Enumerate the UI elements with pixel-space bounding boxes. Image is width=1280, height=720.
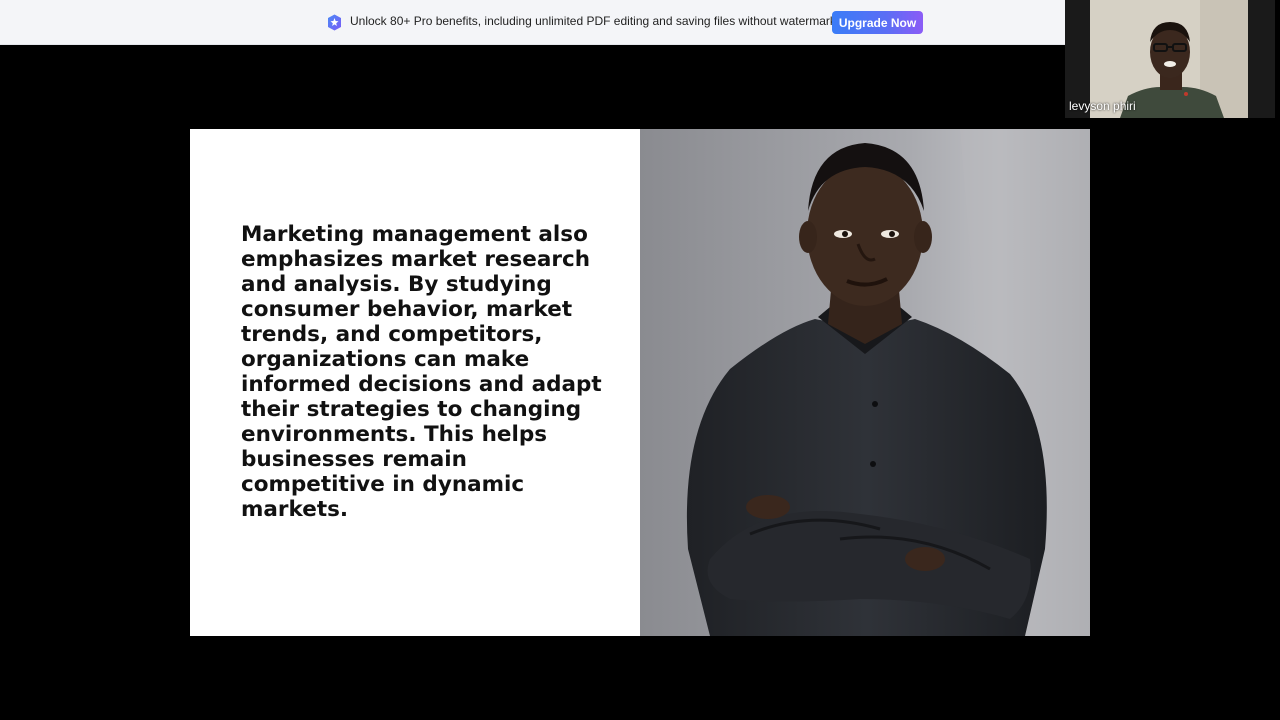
pro-shield-icon — [328, 14, 341, 31]
presentation-slide: Marketing management also emphasizes mar… — [190, 129, 1090, 636]
webcam-tile: levyson phiri — [1065, 0, 1275, 118]
upgrade-banner: Unlock 80+ Pro benefits, including unlim… — [0, 0, 1065, 45]
person-illustration — [640, 129, 1090, 636]
upgrade-now-button[interactable]: Upgrade Now — [832, 11, 923, 34]
slide-body-text: Marketing management also emphasizes mar… — [241, 222, 602, 522]
person-photo — [640, 129, 1090, 636]
participant-name: levyson phiri — [1069, 99, 1136, 113]
banner-message: Unlock 80+ Pro benefits, including unlim… — [350, 14, 840, 28]
